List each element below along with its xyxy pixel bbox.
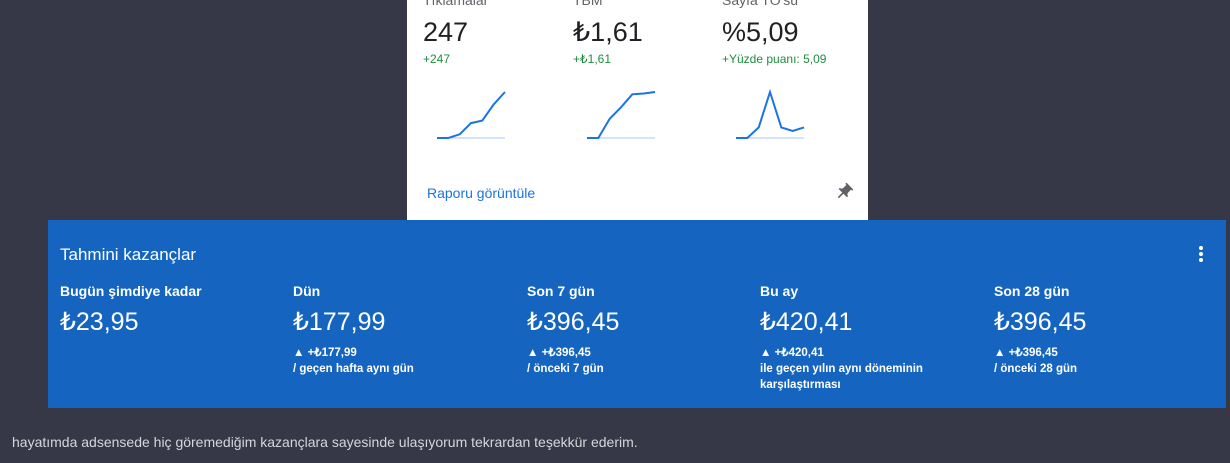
metric-value: ₺1,61 xyxy=(573,17,643,47)
sparkline-chart xyxy=(437,91,506,139)
metric-label: Tıklamalar xyxy=(423,0,489,8)
metric-change: +₺1,61 xyxy=(573,52,611,66)
estimated-earnings-panel: Tahmini kazançlar Bugün şimdiye kadar ₺2… xyxy=(48,220,1226,408)
panel-title: Tahmini kazançlar xyxy=(60,245,197,264)
sparkline-line xyxy=(437,91,506,139)
earnings-label: Dün xyxy=(293,283,321,299)
earnings-last-28-days: Son 28 gün ₺396,45 ▲ +₺396,45 / önceki 2… xyxy=(994,283,1214,375)
metric-label: TBM xyxy=(573,0,603,8)
earnings-change: ▲ +₺420,41 xyxy=(760,347,824,359)
earnings-value: ₺420,41 xyxy=(760,308,853,336)
sparkline-line xyxy=(587,91,656,139)
view-report-link[interactable]: Raporu görüntüle xyxy=(427,185,535,201)
earnings-compare: ile geçen yılın aynı döneminin karşılaşt… xyxy=(760,363,923,391)
sparkline-chart xyxy=(736,88,805,139)
earnings-value: ₺23,95 xyxy=(60,308,139,336)
earnings-last-7-days: Son 7 gün ₺396,45 ▲ +₺396,45 / önceki 7 … xyxy=(527,283,747,375)
earnings-label: Son 7 gün xyxy=(527,283,595,299)
earnings-yesterday: Dün ₺177,99 ▲ +₺177,99 / geçen hafta ayn… xyxy=(293,283,513,375)
metric-change: +247 xyxy=(423,52,451,66)
earnings-today: Bugün şimdiye kadar ₺23,95 xyxy=(60,283,280,336)
earnings-change: ▲ +₺396,45 xyxy=(994,347,1058,359)
performance-card: Tıklamalar 247 +247 TBM ₺1,61 +₺1,61 Say… xyxy=(407,0,868,221)
earnings-compare: / önceki 28 gün xyxy=(994,363,1078,375)
earnings-value: ₺396,45 xyxy=(994,308,1087,336)
earnings-label: Bugün şimdiye kadar xyxy=(60,283,202,299)
earnings-label: Son 28 gün xyxy=(994,283,1070,299)
sparkline-chart xyxy=(587,91,656,139)
metric-label: Sayfa TO'su xyxy=(722,0,799,8)
pin-icon[interactable] xyxy=(834,182,854,202)
earnings-this-month: Bu ay ₺420,41 ▲ +₺420,41 ile geçen yılın… xyxy=(760,283,980,391)
metric-value: 247 xyxy=(423,17,469,47)
earnings-change: ▲ +₺396,45 xyxy=(527,347,591,359)
metric-value: %5,09 xyxy=(722,17,799,47)
earnings-value: ₺396,45 xyxy=(527,308,620,336)
earnings-change: ▲ +₺177,99 xyxy=(293,347,357,359)
more-vert-icon[interactable] xyxy=(1192,244,1210,266)
comment-text: hayatımda adsensede hiç göremediğim kaza… xyxy=(12,434,638,450)
earnings-value: ₺177,99 xyxy=(293,308,386,336)
sparkline-line xyxy=(736,88,805,139)
earnings-label: Bu ay xyxy=(760,283,799,299)
earnings-compare: / önceki 7 gün xyxy=(527,363,604,375)
metric-change: +Yüzde puanı: 5,09 xyxy=(722,52,827,66)
earnings-compare: / geçen hafta aynı gün xyxy=(293,363,414,375)
